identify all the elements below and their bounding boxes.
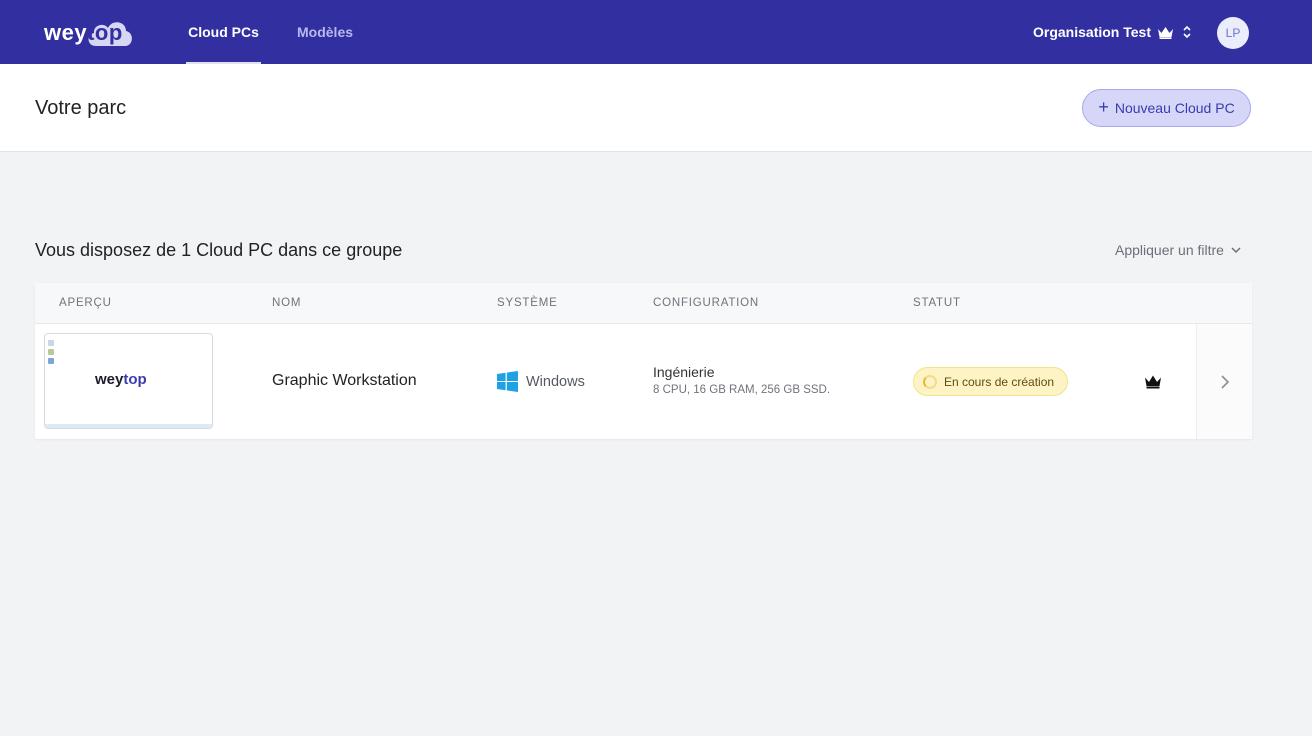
open-cloud-pc-button[interactable] [1196,324,1252,439]
loading-spinner-icon [923,374,937,389]
cloud-pc-configuration: Ingénierie 8 CPU, 16 GB RAM, 256 GB SSD. [653,364,830,396]
configuration-name: Ingénierie [653,364,715,380]
page-header: Votre parc + Nouveau Cloud PC [0,64,1312,152]
user-avatar[interactable]: LP [1217,17,1249,49]
cloud-pc-count-summary: Vous disposez de 1 Cloud PC dans ce grou… [35,240,403,260]
column-header-configuration: CONFIGURATION [653,297,760,309]
column-header-apercu: APERÇU [59,297,112,309]
desktop-file-icon [48,340,54,346]
plus-icon: + [1098,97,1109,117]
chevron-right-icon [1220,374,1229,389]
tab-label: Cloud PCs [188,24,259,40]
column-header-systeme: SYSTÈME [497,297,558,309]
status-label: En cours de création [944,374,1055,389]
cloud-pc-name: Graphic Workstation [272,372,417,389]
windows-icon [497,371,518,392]
preview-brand-part-b: top [123,371,147,388]
crown-icon [1157,26,1173,39]
configuration-specs: 8 CPU, 16 GB RAM, 256 GB SSD. [653,384,831,396]
column-header-nom: NOM [272,297,302,309]
brand-part-b: top [87,20,123,45]
cloud-pc-system: Windows [497,371,585,392]
crown-icon [1144,374,1162,394]
filter-dropdown[interactable]: Appliquer un filtre [1115,242,1242,258]
tab-cloud-pcs[interactable]: Cloud PCs [186,0,261,64]
table-header: APERÇU NOM SYSTÈME CONFIGURATION STATUT [35,283,1252,324]
desktop-browser-icon [48,358,54,364]
new-cloud-pc-label: Nouveau Cloud PC [1114,100,1235,116]
brand-part-a: wey [44,20,88,45]
status-badge: En cours de création [913,367,1068,396]
desktop-app-icon [48,349,54,355]
chevron-updown-icon [1183,25,1191,39]
tab-label: Modèles [297,24,354,40]
tab-modeles[interactable]: Modèles [297,0,353,64]
chevron-down-icon [1231,247,1241,254]
desktop-preview-thumbnail[interactable]: weytop [44,333,213,429]
cloud-pc-table: APERÇU NOM SYSTÈME CONFIGURATION STATUT … [35,283,1252,439]
filter-label: Appliquer un filtre [1115,242,1224,258]
new-cloud-pc-button[interactable]: + Nouveau Cloud PC [1082,89,1251,127]
organisation-name: Organisation Test [1033,24,1151,40]
top-navbar: weytop Cloud PCs Modèles Organisation Te… [0,0,1312,64]
preview-brand-logo: weytop [95,366,150,388]
system-label: Windows [526,373,585,390]
table-row[interactable]: weytop Graphic Workstation Windows Ingén… [35,324,1252,439]
page-title: Votre parc [35,97,127,119]
desktop-icons [48,340,54,367]
organisation-switcher[interactable]: Organisation Test [1033,22,1194,42]
column-header-statut: STATUT [913,297,961,309]
brand-wordmark: weytop [44,20,123,46]
preview-taskbar [45,424,212,428]
preview-brand-part-a: wey [95,371,124,388]
